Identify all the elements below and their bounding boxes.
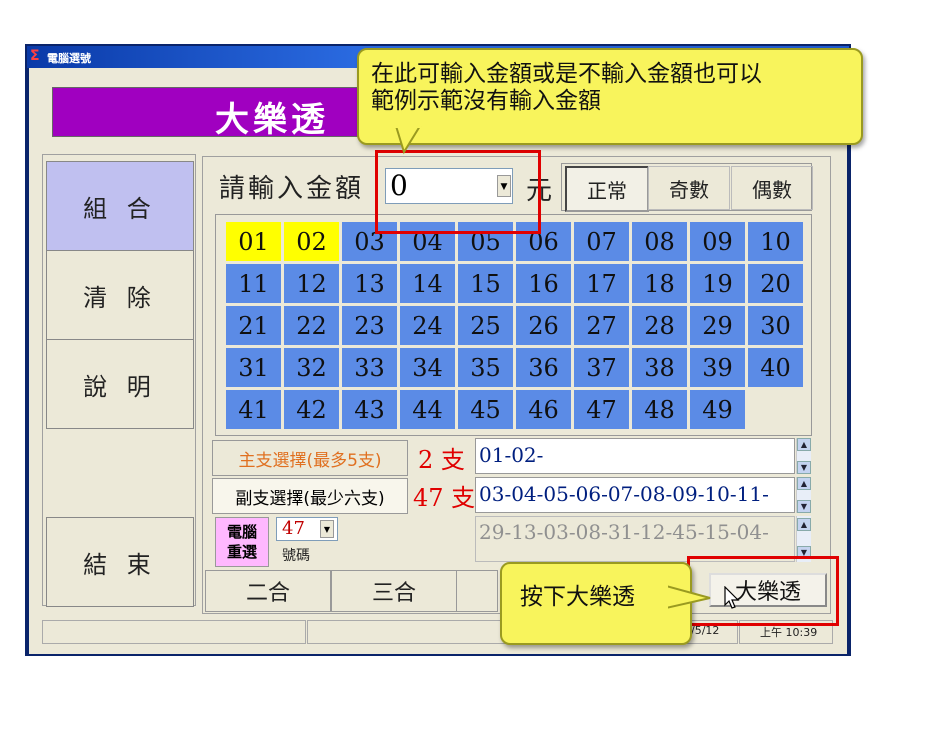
callout-pointer [666,584,711,610]
number-cell[interactable]: 07 [574,222,629,261]
number-cell[interactable]: 20 [748,264,803,303]
banner-title: 大樂透 [215,100,329,140]
amount-label: 請輸入金額 [219,174,365,204]
computer-label-line1: 電腦 [226,523,257,541]
number-cell[interactable]: 49 [690,390,745,429]
scroll-up-icon[interactable]: ▲ [797,477,811,490]
number-cell[interactable]: 25 [458,306,513,345]
number-cell[interactable]: 18 [632,264,687,303]
scroll-down-icon[interactable]: ▼ [797,500,811,513]
number-cell[interactable]: 46 [516,390,571,429]
number-cell[interactable]: 42 [284,390,339,429]
number-cell[interactable]: 15 [458,264,513,303]
amount-highlight-box [375,150,541,234]
number-cell[interactable]: 39 [690,348,745,387]
sub-count: 47 支 [413,484,476,512]
number-cell[interactable]: 24 [400,306,455,345]
number-cell[interactable]: 27 [574,306,629,345]
number-cell[interactable]: 23 [342,306,397,345]
number-cell[interactable]: 41 [226,390,281,429]
sub-scrollbar[interactable]: ▲ ▼ [796,477,811,513]
callout-line2: 範例示範沒有輸入金額 [371,88,601,114]
status-time: 上午 10:39 [760,626,818,639]
chevron-down-icon[interactable]: ▼ [320,520,334,538]
main-scrollbar[interactable]: ▲ ▼ [796,438,811,474]
status-pane [42,620,306,644]
number-cell[interactable]: 09 [690,222,745,261]
number-cell[interactable]: 22 [284,306,339,345]
number-cell[interactable]: 29 [690,306,745,345]
computer-count-value[interactable]: 47 [282,518,305,539]
number-cell[interactable]: 16 [516,264,571,303]
tab-three-combo[interactable]: 三合 [331,570,457,612]
number-cell[interactable]: 43 [342,390,397,429]
number-cell[interactable]: 01 [226,222,281,261]
number-cell[interactable]: 12 [284,264,339,303]
window-title: 電腦選號 [47,52,91,65]
number-cell[interactable]: 33 [342,348,397,387]
scroll-up-icon[interactable]: ▲ [797,518,811,531]
number-cell[interactable]: 19 [690,264,745,303]
number-cell[interactable]: 36 [516,348,571,387]
exit-button[interactable]: 結 束 [46,517,194,607]
computer-reselect-button[interactable]: 電腦 重選 [215,517,269,567]
number-cell[interactable]: 17 [574,264,629,303]
number-cell[interactable]: 08 [632,222,687,261]
number-cell[interactable]: 26 [516,306,571,345]
help-button[interactable]: 說 明 [46,339,194,429]
sub-selection-field[interactable]: 03-04-05-06-07-08-09-10-11- [475,477,795,513]
number-cell[interactable]: 48 [632,390,687,429]
clear-button[interactable]: 清 除 [46,250,194,340]
number-cell[interactable]: 11 [226,264,281,303]
number-cell[interactable]: 34 [400,348,455,387]
number-cell[interactable]: 38 [632,348,687,387]
number-cell[interactable]: 44 [400,390,455,429]
number-cell[interactable]: 47 [574,390,629,429]
number-cell[interactable]: 37 [574,348,629,387]
callout-line1: 在此可輸入金額或是不輸入金額也可以 [371,61,762,87]
sigma-app-icon: Σ [30,48,40,64]
number-cell[interactable]: 13 [342,264,397,303]
computer-label-line2: 重選 [226,543,257,561]
scroll-up-icon[interactable]: ▲ [797,438,811,451]
mode-normal-button[interactable]: 正常 [565,166,649,212]
sub-selection-button[interactable]: 副支選擇(最少六支) [212,478,408,514]
callout-pointer [394,126,422,155]
number-cell[interactable]: 30 [748,306,803,345]
number-cell[interactable]: 10 [748,222,803,261]
main-selection-field[interactable]: 01-02- [475,438,795,474]
combo-button[interactable]: 組 合 [46,161,194,251]
main-count: 2 支 [418,446,465,474]
number-cell[interactable]: 32 [284,348,339,387]
computer-count-unit: 號碼 [282,548,310,564]
number-cell[interactable]: 45 [458,390,513,429]
mode-odd-button[interactable]: 奇數 [648,166,730,210]
number-cell[interactable]: 14 [400,264,455,303]
press-callout: 按下大樂透 [500,562,692,645]
number-cell[interactable]: 35 [458,348,513,387]
tab-two-combo[interactable]: 二合 [205,570,331,612]
number-cell[interactable]: 28 [632,306,687,345]
number-cell[interactable]: 21 [226,306,281,345]
main-selection-button[interactable]: 主支選擇(最多5支) [212,440,408,476]
tab-more[interactable] [456,570,498,612]
number-cell[interactable]: 31 [226,348,281,387]
number-cell[interactable]: 02 [284,222,339,261]
mode-even-button[interactable]: 偶數 [731,166,813,210]
number-cell[interactable]: 40 [748,348,803,387]
scroll-down-icon[interactable]: ▼ [797,461,811,474]
amount-callout: 在此可輸入金額或是不輸入金額也可以 範例示範沒有輸入金額 [357,48,863,145]
